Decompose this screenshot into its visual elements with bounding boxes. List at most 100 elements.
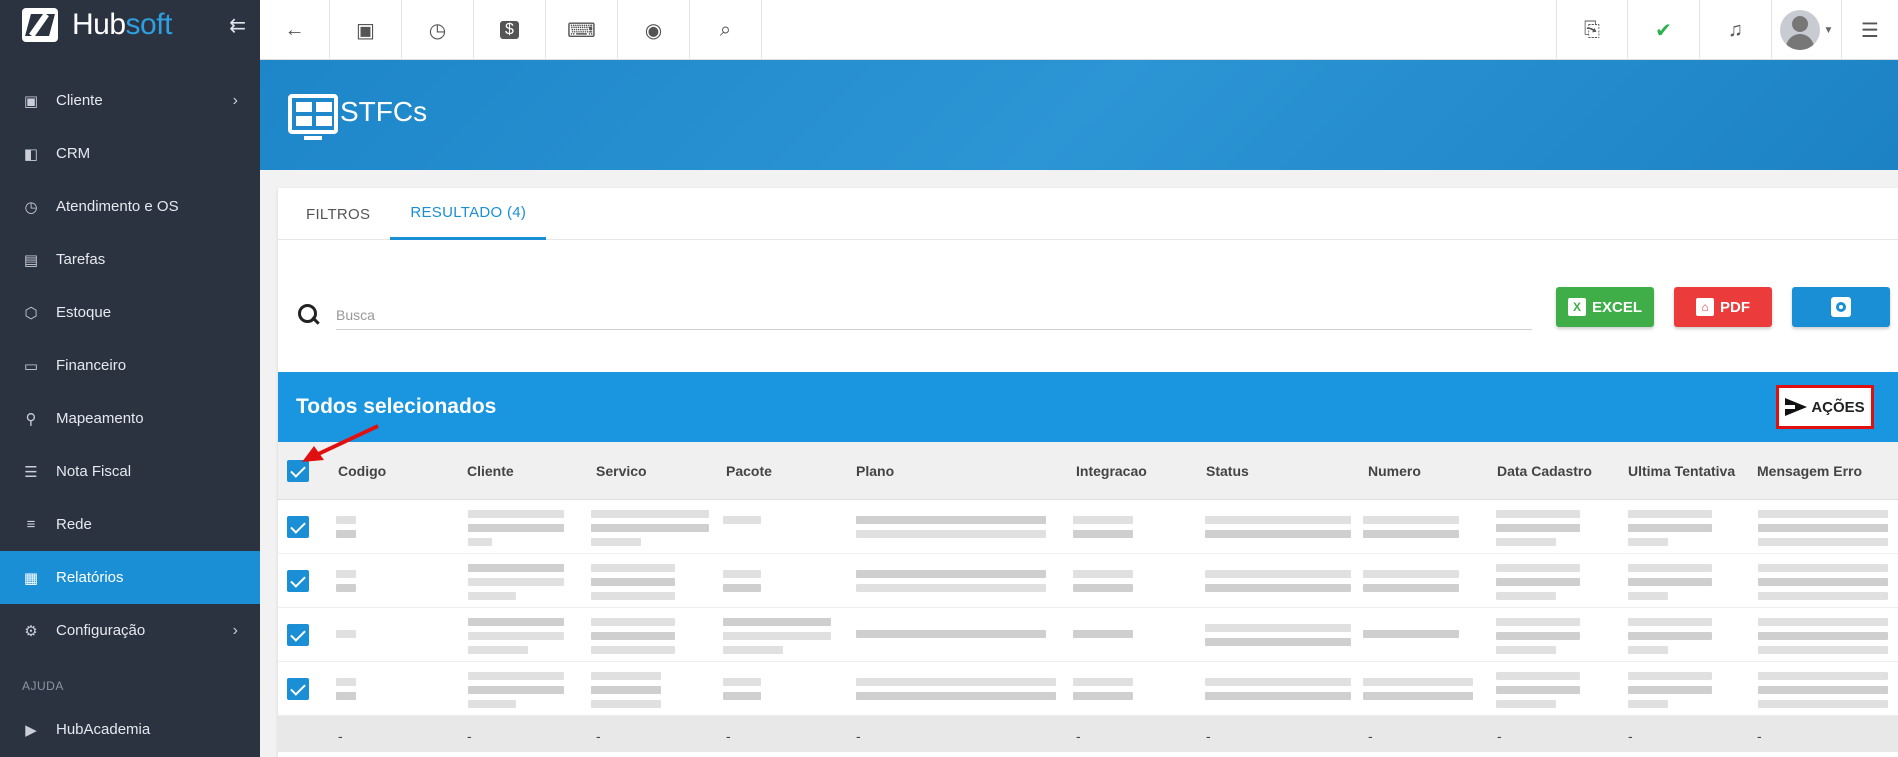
sidebar-item-label: HubAcademia [56, 721, 151, 738]
redacted-cell [1628, 700, 1668, 708]
column-header[interactable]: Mensagem Erro [1757, 463, 1862, 479]
redacted-cell [723, 570, 761, 578]
excel-button[interactable]: X EXCEL [1556, 287, 1654, 327]
terminal-button[interactable]: ⌨ [546, 0, 618, 60]
list-menu-button[interactable]: ☰ [1842, 0, 1898, 60]
table-header: Codigo Cliente Servico Pacote Plano Inte… [278, 442, 1898, 500]
tab-filtros[interactable]: FILTROS [286, 188, 390, 240]
redacted-cell [1628, 510, 1712, 518]
redacted-cell [856, 530, 1046, 538]
gear-icon: ⚙ [24, 622, 38, 640]
back-arrow-icon: ← [284, 18, 305, 41]
selection-bar: Todos selecionados AÇÕES [278, 372, 1898, 442]
sidebar-item-label: Mapeamento [56, 410, 144, 427]
table-row[interactable] [278, 608, 1898, 662]
table-row[interactable] [278, 554, 1898, 608]
toolbar: X EXCEL ⌂ PDF [278, 240, 1898, 372]
settings-button[interactable] [1792, 287, 1890, 327]
row-checkbox[interactable] [287, 678, 309, 700]
sidebar-item-financeiro[interactable]: ▭ Financeiro [0, 339, 260, 392]
select-all-checkbox[interactable] [287, 460, 309, 482]
footer-dash: - [1206, 728, 1211, 744]
redacted-cell [856, 678, 1056, 686]
sidebar-item-crm[interactable]: ◧ CRM [0, 127, 260, 180]
redacted-cell [723, 692, 761, 700]
redacted-cell [1205, 530, 1351, 538]
redacted-cell [1073, 516, 1133, 524]
pdf-button[interactable]: ⎘ [1556, 0, 1628, 60]
redacted-cell [1758, 632, 1888, 640]
pdf-icon: ⌂ [1696, 298, 1714, 316]
redacted-cell [723, 618, 831, 626]
schedule-button[interactable]: ◷ [402, 0, 474, 60]
footer-dash: - [467, 728, 472, 744]
collapse-sidebar-icon[interactable]: ⇇ [229, 13, 246, 38]
tab-resultado[interactable]: RESULTADO (4) [390, 188, 547, 240]
redacted-cell [1073, 570, 1133, 578]
sidebar-item-cliente[interactable]: ▣ Cliente › [0, 74, 260, 127]
redacted-cell [1496, 632, 1580, 640]
page-title: STFCs [340, 96, 428, 127]
list-icon: ☰ [1861, 19, 1879, 42]
redacted-cell [591, 538, 641, 546]
footer-dash: - [1076, 728, 1081, 744]
brand-name[interactable]: Hubsoft [72, 8, 172, 42]
notifications-button[interactable]: ♫ [1700, 0, 1772, 60]
sidebar-item-nota-fiscal[interactable]: ☰ Nota Fiscal [0, 445, 260, 498]
column-header[interactable]: Cliente [467, 463, 514, 479]
send-icon [1785, 398, 1808, 416]
column-header[interactable]: Codigo [338, 463, 386, 479]
sidebar-item-configuracao[interactable]: ⚙ Configuração › [0, 604, 260, 657]
search-input[interactable] [336, 300, 1532, 330]
column-header[interactable]: Pacote [726, 463, 772, 479]
footer-dash: - [596, 728, 601, 744]
redacted-cell [1496, 672, 1580, 680]
column-header[interactable]: Servico [596, 463, 647, 479]
money-icon: ▭ [23, 357, 39, 375]
redacted-cell [1363, 516, 1459, 524]
sidebar-item-relatorios[interactable]: ▦ Relatórios [0, 551, 260, 604]
row-checkbox[interactable] [287, 624, 309, 646]
column-header[interactable]: Ultima Tentativa [1628, 463, 1735, 479]
acoes-label: AÇÕES [1811, 398, 1865, 416]
redacted-cell [1363, 678, 1473, 686]
column-header[interactable]: Numero [1368, 463, 1421, 479]
redacted-cell [1205, 692, 1351, 700]
page-banner: STFCs [260, 60, 1898, 170]
column-header[interactable]: Status [1206, 463, 1249, 479]
redacted-cell [1496, 618, 1580, 626]
redacted-cell [1363, 630, 1459, 638]
search-button[interactable]: ⌕ [690, 0, 762, 60]
redacted-cell [856, 630, 1046, 638]
redacted-cell [1205, 570, 1351, 578]
row-checkbox[interactable] [287, 570, 309, 592]
hubsoft-logo-icon[interactable] [22, 8, 58, 42]
redacted-cell [591, 510, 709, 518]
redacted-cell [1073, 630, 1133, 638]
column-header[interactable]: Integracao [1076, 463, 1147, 479]
sidebar-item-tarefas[interactable]: ▤ Tarefas [0, 233, 260, 286]
column-header[interactable]: Plano [856, 463, 894, 479]
sidebar-item-rede[interactable]: ≡ Rede [0, 498, 260, 551]
chat-check-button[interactable]: ✔ [1628, 0, 1700, 60]
table-row[interactable] [278, 662, 1898, 716]
sidebar-item-estoque[interactable]: ⬡ Estoque [0, 286, 260, 339]
row-checkbox[interactable] [287, 516, 309, 538]
redacted-cell [1073, 678, 1133, 686]
user-menu[interactable]: ▼ [1772, 0, 1842, 60]
contacts-button[interactable]: ▣ [330, 0, 402, 60]
redacted-cell [1496, 578, 1580, 586]
sidebar-item-hubacademia[interactable]: ▶ HubAcademia [0, 703, 260, 756]
view-button[interactable]: ◉ [618, 0, 690, 60]
sidebar-item-label: Financeiro [56, 357, 127, 374]
pdf-button[interactable]: ⌂ PDF [1674, 287, 1772, 327]
redacted-cell [591, 632, 675, 640]
table-row[interactable] [278, 500, 1898, 554]
acoes-button[interactable]: AÇÕES [1776, 385, 1874, 429]
column-header[interactable]: Data Cadastro [1497, 463, 1592, 479]
finance-button[interactable]: $ [474, 0, 546, 60]
sidebar-item-atendimento[interactable]: ◷ Atendimento e OS [0, 180, 260, 233]
sidebar-item-mapeamento[interactable]: ⚲ Mapeamento [0, 392, 260, 445]
back-button[interactable]: ← [260, 0, 330, 60]
